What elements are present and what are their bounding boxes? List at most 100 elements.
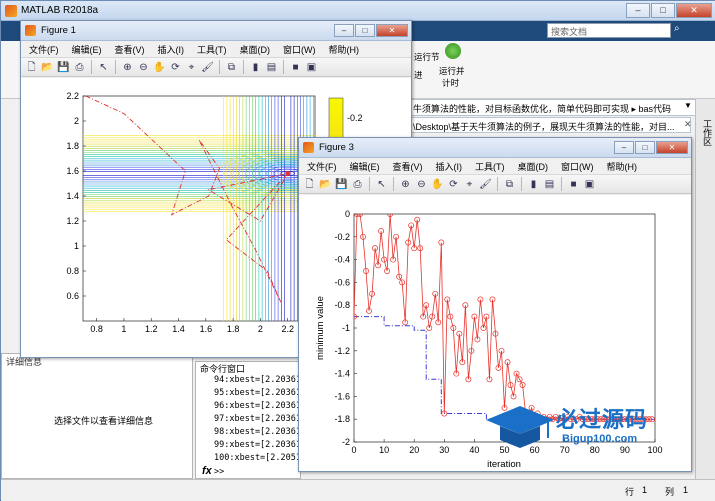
print-icon[interactable]: ⎙ [73, 61, 86, 74]
colorbar-tick-label: -0.2 [347, 113, 363, 123]
figure-3-title: Figure 3 [319, 142, 354, 153]
data-cursor-icon[interactable]: ⌖ [463, 178, 476, 191]
maximize-icon[interactable]: □ [635, 141, 655, 154]
menu-edit[interactable]: 编辑(E) [350, 160, 380, 173]
link-plot-icon[interactable]: ⧉ [225, 61, 238, 74]
pan-hand-icon[interactable]: ✋ [431, 178, 444, 191]
new-file-icon[interactable]: 🗋 [303, 178, 316, 191]
status-row-value: 1 [642, 485, 648, 495]
x-tick-label: 1 [121, 324, 126, 334]
menu-file[interactable]: 文件(F) [29, 43, 59, 56]
x-tick-label: 40 [469, 445, 479, 455]
rotate-icon[interactable]: ⟳ [169, 61, 182, 74]
zoom-in-icon[interactable]: ⊕ [399, 178, 412, 191]
y-tick-label: -2 [342, 437, 350, 447]
save-icon[interactable]: 💾 [57, 61, 70, 74]
figure-1-title: Figure 1 [41, 25, 76, 36]
pan-hand-icon[interactable]: ✋ [153, 61, 166, 74]
menu-tools[interactable]: 工具(T) [475, 160, 505, 173]
zoom-in-icon[interactable]: ⊕ [121, 61, 134, 74]
open-folder-icon[interactable]: 📂 [41, 61, 54, 74]
menu-window[interactable]: 窗口(W) [283, 43, 316, 56]
fx-icon[interactable]: fx [202, 465, 212, 477]
legend-icon[interactable]: ▤ [543, 178, 556, 191]
show-plot-tools-icon[interactable]: ▣ [583, 178, 596, 191]
run-and-time-icon[interactable] [445, 43, 461, 59]
ribbon-run-section-label[interactable]: 运行节 [414, 51, 440, 63]
watermark-en-text: Bigup100.com [562, 433, 638, 445]
menu-window[interactable]: 窗口(W) [561, 160, 594, 173]
save-icon[interactable]: 💾 [335, 178, 348, 191]
edit-arrow-icon[interactable]: ↖ [97, 61, 110, 74]
y-tick-label: 0.6 [66, 291, 79, 301]
menu-edit[interactable]: 编辑(E) [72, 43, 102, 56]
menu-help[interactable]: 帮助(H) [329, 43, 360, 56]
colorbar-icon[interactable]: ▮ [527, 178, 540, 191]
maximize-icon[interactable]: □ [355, 24, 375, 37]
x-tick-label: 1.2 [145, 324, 158, 334]
current-folder-path[interactable]: 牛须算法的性能，对目标函数优化，简单代码即可实现 ▸ bas代码 [409, 99, 699, 116]
editor-close-icon[interactable]: ✕ [684, 119, 692, 130]
zoom-out-icon[interactable]: ⊖ [415, 178, 428, 191]
cmd-line: 98:xbest=[2.20361 [214, 427, 301, 437]
menu-view[interactable]: 查看(V) [115, 43, 145, 56]
rotate-icon[interactable]: ⟳ [447, 178, 460, 191]
show-plot-tools-icon[interactable]: ▣ [305, 61, 318, 74]
y-tick-label: 1 [74, 241, 79, 251]
legend-icon[interactable]: ▤ [265, 61, 278, 74]
y-tick-label: -1.8 [334, 414, 350, 424]
data-cursor-icon[interactable]: ⌖ [185, 61, 198, 74]
matlab-window-title: MATLAB R2018a [21, 5, 99, 16]
y-tick-label: -1.4 [334, 369, 350, 379]
path-dropdown-icon[interactable]: ▼ [684, 101, 692, 110]
maximize-icon[interactable]: □ [651, 3, 675, 18]
zoom-out-icon[interactable]: ⊖ [137, 61, 150, 74]
menu-help[interactable]: 帮助(H) [607, 160, 638, 173]
search-icon[interactable]: ⌕ [674, 23, 680, 34]
new-file-icon[interactable]: 🗋 [25, 61, 38, 74]
status-col-label: 列 [665, 487, 675, 497]
search-documentation-input[interactable]: 搜索文档 [547, 23, 671, 38]
figure-1-title-bar[interactable]: Figure 1 – □ ✕ [21, 21, 411, 41]
edit-arrow-icon[interactable]: ↖ [375, 178, 388, 191]
menu-insert[interactable]: 插入(I) [436, 160, 463, 173]
close-icon[interactable]: ✕ [656, 141, 688, 154]
colorbar-icon[interactable]: ▮ [249, 61, 262, 74]
workspace-panel-tab[interactable]: 工作区 [695, 99, 715, 479]
menu-desktop[interactable]: 桌面(D) [240, 43, 271, 56]
y-tick-label: 1.6 [66, 166, 79, 176]
close-icon[interactable]: ✕ [376, 24, 408, 37]
figure-3-window-controls: – □ ✕ [614, 141, 688, 154]
hide-plot-tools-icon[interactable]: ■ [567, 178, 580, 191]
menu-insert[interactable]: 插入(I) [158, 43, 185, 56]
matlab-title-bar[interactable]: MATLAB R2018a – □ ✕ [1, 1, 715, 21]
menu-desktop[interactable]: 桌面(D) [518, 160, 549, 173]
status-col-value: 1 [683, 485, 689, 495]
menu-view[interactable]: 查看(V) [393, 160, 423, 173]
x-tick-label: 10 [379, 445, 389, 455]
figure-3-title-bar[interactable]: Figure 3 – □ ✕ [299, 138, 691, 158]
window-controls: – □ ✕ [626, 3, 712, 18]
menu-file[interactable]: 文件(F) [307, 160, 337, 173]
link-plot-icon[interactable]: ⧉ [503, 178, 516, 191]
print-icon[interactable]: ⎙ [351, 178, 364, 191]
brush-icon[interactable]: 🖌 [479, 178, 492, 191]
ribbon-advance-label[interactable]: 进 [414, 69, 423, 81]
editor-file-path: \Desktop\基于天牛须算法的例子，展现天牛须算法的性能，对目... [409, 117, 691, 133]
command-window[interactable]: 命令行窗口 94:xbest=[2.20361 95:xbest=[2.2036… [195, 361, 301, 479]
close-icon[interactable]: ✕ [676, 3, 712, 18]
minimize-icon[interactable]: – [614, 141, 634, 154]
minimize-icon[interactable]: – [626, 3, 650, 18]
hide-plot-tools-icon[interactable]: ■ [289, 61, 302, 74]
open-folder-icon[interactable]: 📂 [319, 178, 332, 191]
x-tick-label: 30 [439, 445, 449, 455]
minimize-icon[interactable]: – [334, 24, 354, 37]
ribbon-run-time-label-1[interactable]: 运行并 [439, 65, 465, 77]
cmd-prompt[interactable]: >> [214, 467, 224, 477]
brush-icon[interactable]: 🖌 [201, 61, 214, 74]
figure-1-toolbar: 🗋 📂 💾 ⎙ ↖ ⊕ ⊖ ✋ ⟳ ⌖ 🖌 ⧉ ▮ ▤ ■ ▣ [21, 57, 411, 77]
figure-3-menu-bar: 文件(F) 编辑(E) 查看(V) 插入(I) 工具(T) 桌面(D) 窗口(W… [299, 158, 691, 174]
x-tick-label: 1.4 [172, 324, 185, 334]
menu-tools[interactable]: 工具(T) [197, 43, 227, 56]
y-tick-label: -0.4 [334, 255, 350, 265]
